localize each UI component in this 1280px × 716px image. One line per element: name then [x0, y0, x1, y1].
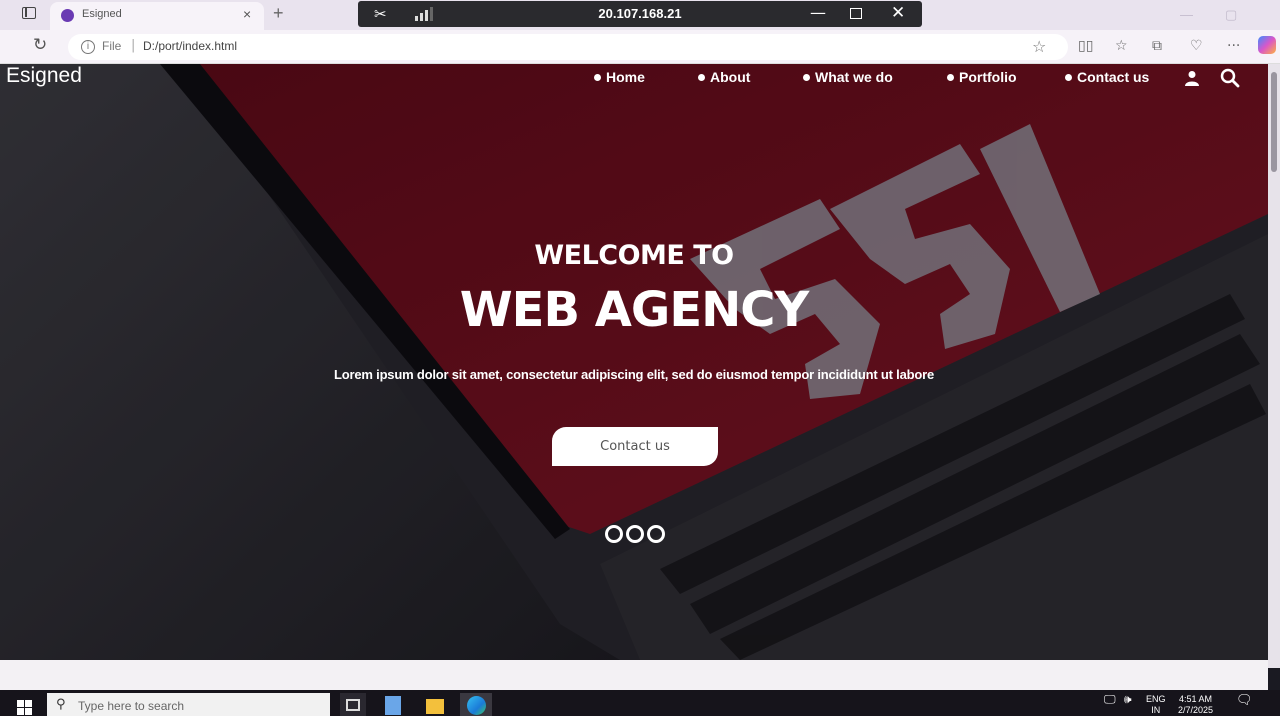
restore-icon[interactable] [850, 8, 862, 19]
nav-label: What we do [815, 69, 893, 85]
nav-portfolio[interactable]: Portfolio [947, 69, 1017, 85]
more-menu-icon[interactable]: ··· [1227, 38, 1240, 54]
windows-start-icon[interactable] [17, 700, 33, 716]
address-bar-row: ↻ i File | D:/port/index.html ☆ ▯▯ ☆ ⧉ ♡… [0, 30, 1280, 64]
edge-browser-icon[interactable] [460, 693, 492, 716]
tab-actions-icon[interactable] [22, 7, 36, 19]
page-bottom-area [0, 660, 1268, 690]
close-icon[interactable]: ✕ [891, 3, 905, 23]
search-icon[interactable] [1220, 68, 1240, 88]
minimize-icon[interactable]: — [810, 3, 826, 22]
new-tab-icon[interactable]: + [273, 3, 284, 24]
url-path[interactable]: D:/port/index.html [143, 39, 237, 53]
favorites-icon[interactable]: ☆ [1115, 38, 1128, 54]
network-icon[interactable]: 🖵 [1104, 693, 1116, 705]
tab-close-icon[interactable]: × [243, 6, 251, 22]
split-screen-icon[interactable]: ▯▯ [1078, 38, 1093, 54]
clock-time: 4:51 AM [1179, 694, 1213, 704]
search-icon: ⚲ [56, 697, 66, 712]
reload-icon[interactable]: ↻ [33, 35, 47, 55]
taskbar-search-placeholder: Type here to search [78, 699, 185, 713]
user-icon[interactable] [1184, 70, 1200, 86]
nav-bullet-icon [1065, 73, 1072, 81]
hero-background-image [0, 64, 1268, 660]
nav-label: Contact us [1077, 69, 1150, 85]
site-logo[interactable]: Esigned [6, 64, 82, 88]
slide-dot[interactable] [647, 525, 665, 543]
window-maximize-icon[interactable]: ▢ [1225, 7, 1237, 23]
copilot-icon[interactable] [1258, 36, 1276, 54]
clock[interactable]: 4:51 AM 2/7/2025 [1178, 694, 1213, 716]
windows-taskbar: ⚲ Type here to search 🖵 🕪 ENG IN 4:51 AM… [0, 690, 1280, 716]
taskbar-search-box[interactable]: ⚲ Type here to search [47, 693, 330, 716]
nav-home[interactable]: Home [594, 69, 645, 85]
language-indicator[interactable]: ENG IN [1146, 694, 1166, 716]
task-view-icon[interactable] [340, 693, 366, 716]
hero-description: Lorem ipsum dolor sit amet, consectetur … [334, 367, 934, 382]
site-favicon-icon [61, 9, 74, 22]
url-scheme: File [102, 39, 122, 53]
slide-dot[interactable] [626, 525, 644, 543]
info-icon[interactable]: i [81, 40, 95, 54]
nav-label: Home [606, 69, 645, 85]
scrollbar-thumb[interactable] [1271, 72, 1277, 172]
nav-bullet-icon [698, 73, 705, 81]
notifications-icon[interactable]: 🗨 [1236, 693, 1253, 706]
region-code: IN [1151, 705, 1161, 715]
address-bar[interactable]: i File | D:/port/index.html ☆ [68, 34, 1068, 60]
hero-title: WEB AGENCY [459, 282, 810, 338]
nav-bullet-icon [803, 73, 810, 81]
tab-title: Esigned [82, 8, 122, 20]
file-explorer-icon[interactable] [422, 693, 448, 716]
hero-subtitle: WELCOME TO [534, 240, 734, 271]
nav-what-we-do[interactable]: What we do [803, 69, 893, 85]
window-minimize-icon[interactable]: — [1180, 7, 1193, 22]
nav-label: About [710, 69, 751, 85]
browser-essentials-icon[interactable]: ♡ [1190, 38, 1203, 54]
favorite-star-icon[interactable]: ☆ [1032, 37, 1046, 56]
volume-icon[interactable]: 🕪 [1124, 693, 1132, 705]
nav-bullet-icon [947, 73, 954, 81]
nav-bullet-icon [594, 73, 601, 81]
nav-about[interactable]: About [698, 69, 750, 85]
url-separator: | [131, 38, 136, 53]
language-code: ENG [1146, 694, 1166, 704]
collections-icon[interactable]: ⧉ [1152, 38, 1162, 54]
clock-date: 2/7/2025 [1178, 705, 1214, 715]
browser-tab-strip: Esigned × + ✂ 20.107.168.21 — ✕ — ▢ [0, 0, 1280, 30]
file-app-icon[interactable] [381, 693, 407, 716]
contact-us-button[interactable]: Contact us [552, 427, 718, 466]
remote-host-address: 20.107.168.21 [598, 6, 682, 21]
nav-label: Portfolio [959, 69, 1017, 85]
nav-contact-us[interactable]: Contact us [1065, 69, 1149, 85]
browser-tab[interactable]: Esigned × [50, 2, 264, 30]
page-viewport: Esigned Home About What we do Portfolio … [0, 64, 1268, 660]
slide-dot[interactable] [605, 525, 623, 543]
slider-indicators [605, 525, 667, 545]
remote-desktop-bar: ✂ 20.107.168.21 — ✕ [358, 1, 922, 27]
